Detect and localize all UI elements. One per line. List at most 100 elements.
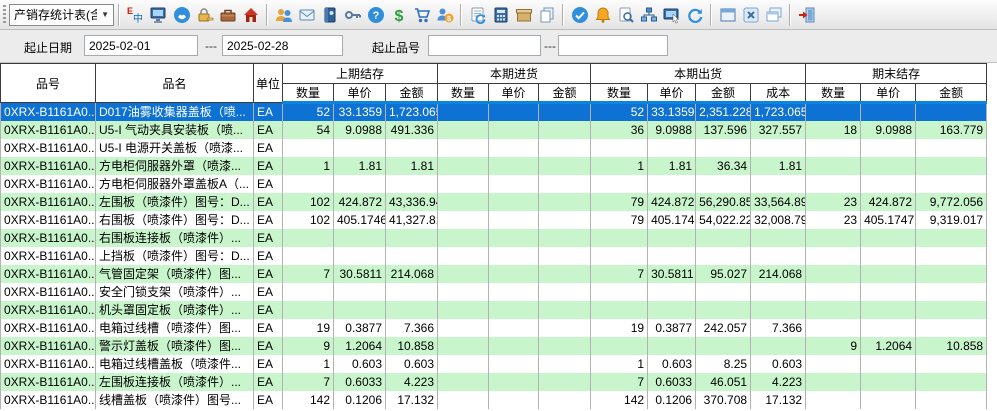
- cell-value[interactable]: 95.027: [696, 265, 751, 283]
- cell-value[interactable]: [489, 229, 539, 247]
- cell-item-no[interactable]: 0XRX-B1161A0...: [1, 355, 96, 373]
- cell-value[interactable]: 52: [591, 103, 648, 121]
- report-type-dropdown[interactable]: 产销存统计表(含 ▼: [9, 4, 114, 26]
- copy-icon[interactable]: [535, 4, 558, 26]
- cell-value[interactable]: 0.6033: [334, 373, 386, 391]
- cell-value[interactable]: 1.81: [386, 157, 438, 175]
- cell-value[interactable]: [438, 355, 489, 373]
- cell-value[interactable]: [438, 301, 489, 319]
- cell-value[interactable]: [861, 373, 916, 391]
- cell-value[interactable]: [334, 175, 386, 193]
- cell-value[interactable]: 0.3877: [648, 319, 696, 337]
- cell-value[interactable]: 1.2064: [861, 337, 916, 355]
- cell-item-name[interactable]: U5-I 气动夹具安装板（喷...: [96, 121, 254, 139]
- cell-unit[interactable]: EA: [254, 337, 283, 355]
- cell-value[interactable]: [861, 139, 916, 157]
- col-header-qty[interactable]: 数量: [438, 84, 489, 103]
- cell-value[interactable]: [916, 319, 987, 337]
- cell-value[interactable]: [751, 337, 806, 355]
- cell-item-name[interactable]: 方电柜伺服器外罩盖板A（...: [96, 175, 254, 193]
- cell-value[interactable]: 1: [283, 157, 334, 175]
- cell-unit[interactable]: EA: [254, 121, 283, 139]
- cell-value[interactable]: 1.2064: [334, 337, 386, 355]
- cell-item-name[interactable]: 方电柜伺服器外罩（喷漆...: [96, 157, 254, 175]
- cell-value[interactable]: [438, 121, 489, 139]
- cell-item-no[interactable]: 0XRX-B1161A0...: [1, 157, 96, 175]
- users-icon[interactable]: [272, 4, 295, 26]
- refresh-icon[interactable]: [683, 4, 706, 26]
- cell-value[interactable]: [489, 193, 539, 211]
- cell-value[interactable]: 1,723.065: [751, 103, 806, 121]
- col-header-qty[interactable]: 数量: [283, 84, 334, 103]
- cell-item-name[interactable]: 气管固定架（喷漆件）图...: [96, 265, 254, 283]
- cell-value[interactable]: [861, 103, 916, 121]
- cell-value[interactable]: [696, 247, 751, 265]
- cell-value[interactable]: [591, 283, 648, 301]
- cell-value[interactable]: 214.068: [386, 265, 438, 283]
- cell-value[interactable]: 4.223: [751, 373, 806, 391]
- cell-item-no[interactable]: 0XRX-B1161A0...: [1, 193, 96, 211]
- cell-item-no[interactable]: 0XRX-B1161A0...: [1, 265, 96, 283]
- cell-value[interactable]: 142: [591, 391, 648, 409]
- cell-value[interactable]: 17.132: [751, 391, 806, 409]
- cell-value[interactable]: [916, 283, 987, 301]
- cell-value[interactable]: 491.336: [386, 121, 438, 139]
- cell-value[interactable]: [916, 265, 987, 283]
- cell-value[interactable]: 79: [591, 193, 648, 211]
- cell-value[interactable]: [751, 175, 806, 193]
- cell-value[interactable]: [438, 283, 489, 301]
- cell-value[interactable]: 33,564.89: [751, 193, 806, 211]
- cell-value[interactable]: [591, 337, 648, 355]
- table-row[interactable]: 0XRX-B1161A0...左围板（喷漆件）图号：D...EA102424.8…: [1, 193, 987, 211]
- cell-value[interactable]: [438, 265, 489, 283]
- cell-unit[interactable]: EA: [254, 193, 283, 211]
- cell-value[interactable]: [648, 229, 696, 247]
- cell-value[interactable]: [861, 355, 916, 373]
- cell-value[interactable]: [539, 373, 591, 391]
- cell-unit[interactable]: EA: [254, 283, 283, 301]
- group-header-shipments[interactable]: 本期出货: [591, 64, 806, 84]
- cell-value[interactable]: 0.6033: [648, 373, 696, 391]
- toolbar-grip[interactable]: [3, 5, 6, 25]
- cell-value[interactable]: 17.132: [386, 391, 438, 409]
- table-row[interactable]: 0XRX-B1161A0...U5-I 气动夹具安装板（喷...EA549.09…: [1, 121, 987, 139]
- cell-unit[interactable]: EA: [254, 391, 283, 409]
- cell-value[interactable]: 405.1746: [334, 211, 386, 229]
- cell-value[interactable]: 54: [283, 121, 334, 139]
- cell-value[interactable]: 10.858: [386, 337, 438, 355]
- cell-value[interactable]: 0.603: [386, 355, 438, 373]
- cell-value[interactable]: [696, 301, 751, 319]
- cell-value[interactable]: [648, 283, 696, 301]
- cell-item-no[interactable]: 0XRX-B1161A0...: [1, 229, 96, 247]
- cell-value[interactable]: [806, 175, 861, 193]
- cell-value[interactable]: 102: [283, 193, 334, 211]
- cell-value[interactable]: 0.1206: [648, 391, 696, 409]
- cell-value[interactable]: [386, 175, 438, 193]
- cell-value[interactable]: [438, 175, 489, 193]
- cell-value[interactable]: [386, 139, 438, 157]
- cell-value[interactable]: [438, 337, 489, 355]
- cell-value[interactable]: [916, 139, 987, 157]
- cell-value[interactable]: [539, 103, 591, 121]
- cell-value[interactable]: [386, 301, 438, 319]
- cell-value[interactable]: 4.223: [386, 373, 438, 391]
- col-header-amount[interactable]: 金额: [916, 84, 987, 103]
- cell-value[interactable]: [806, 265, 861, 283]
- cell-value[interactable]: [861, 175, 916, 193]
- cell-value[interactable]: [751, 301, 806, 319]
- cell-value[interactable]: [916, 391, 987, 409]
- cell-unit[interactable]: EA: [254, 319, 283, 337]
- mail-icon[interactable]: [295, 4, 318, 26]
- cell-unit[interactable]: EA: [254, 373, 283, 391]
- table-row[interactable]: 0XRX-B1161A0...左围板连接板（喷漆件）...EA70.60334.…: [1, 373, 987, 391]
- cell-value[interactable]: [438, 103, 489, 121]
- cell-value[interactable]: [861, 247, 916, 265]
- cell-value[interactable]: [806, 247, 861, 265]
- cell-value[interactable]: [916, 301, 987, 319]
- toolbox-icon[interactable]: [216, 4, 239, 26]
- table-row[interactable]: 0XRX-B1161A0...方电柜伺服器外罩盖板A（...EA: [1, 175, 987, 193]
- cell-value[interactable]: 9: [283, 337, 334, 355]
- col-header-qty[interactable]: 数量: [806, 84, 861, 103]
- cell-value[interactable]: 1: [591, 157, 648, 175]
- cell-value[interactable]: 102: [283, 211, 334, 229]
